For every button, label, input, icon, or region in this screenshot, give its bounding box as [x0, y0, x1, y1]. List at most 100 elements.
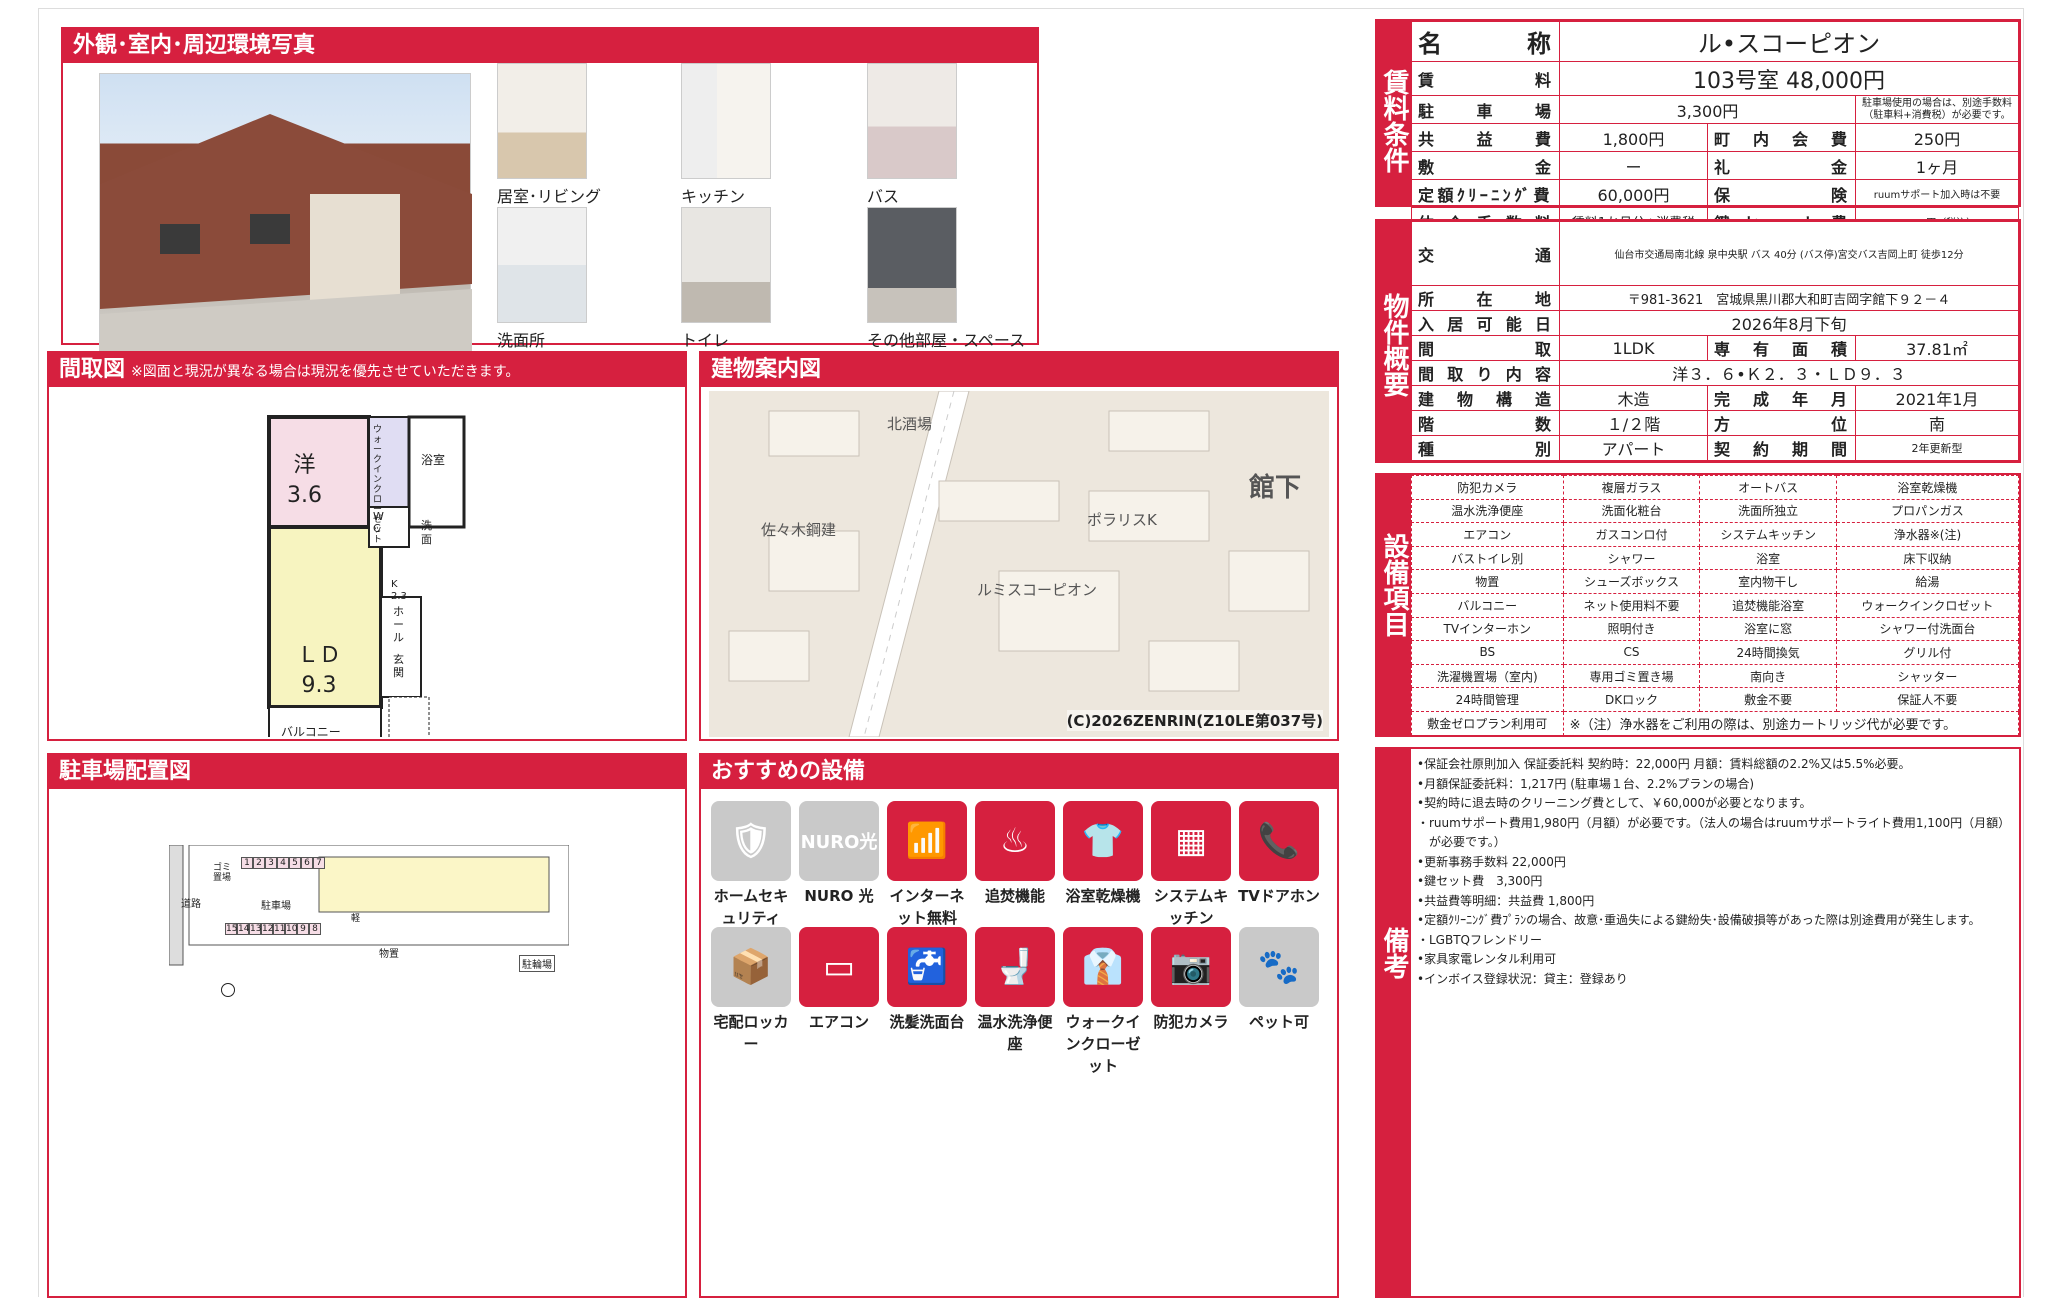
recommend-icon: 📷	[1151, 927, 1231, 1007]
move-in-header: 入居可能日	[1411, 310, 1560, 336]
address-header: 所 在 地	[1411, 285, 1560, 311]
recommend-label: 浴室乾燥機	[1065, 887, 1141, 905]
photos-panel: 外観･室内･周辺環境写真 居室･リビング キッチン バス 洗面所 トイレ その他…	[61, 27, 1039, 354]
exterior-photo[interactable]	[99, 73, 472, 354]
layout-header: 間 取	[1411, 335, 1560, 361]
remarks-panel: 備考 •保証会社原則加入 保証委託料 契約時：22,000円 月額：賃料総額の2…	[1375, 747, 2021, 1298]
parking-space: 9	[297, 923, 309, 935]
living-label: 居室･リビング	[497, 187, 602, 206]
equipment-item: ウォークインクロゼット	[1835, 592, 2020, 618]
rent-header: 賃 料	[1411, 61, 1560, 96]
area-map[interactable]	[709, 391, 1329, 737]
equipment-item: シャワー	[1562, 545, 1701, 571]
equipment-item: 浴室に窓	[1699, 616, 1837, 642]
equipment-item: 浄水器※(注)	[1835, 522, 2020, 547]
map-label-tateshita: 館下	[1249, 473, 1302, 503]
floor-header: 階 数	[1411, 410, 1560, 436]
parking-space: 3	[265, 857, 277, 869]
bathroom-label: 浴室	[421, 453, 446, 467]
parking-space: 15	[225, 923, 238, 935]
equipment-item: 室内物干し	[1699, 569, 1837, 594]
equipment-item: 洗濯機置場（室内)	[1411, 663, 1564, 689]
layout-value: 1LDK	[1559, 335, 1708, 361]
parking-lot-label: 駐車場	[261, 901, 291, 912]
equipment-item: DKロック	[1562, 687, 1701, 712]
map-label-sasaki: 佐々木鋼建	[761, 521, 837, 539]
structure-value: 木造	[1559, 385, 1708, 411]
floorplan-panel: 間取図 ※図面と現況が異なる場合は現況を優先させていただきます。 洋 3.6 ＬＤ…	[47, 351, 687, 741]
parking-space: 7	[313, 857, 325, 869]
equipment-note: ※（注）浄水器をご利用の際は、別途カートリッジ代が必要です。	[1562, 710, 2020, 736]
equipment-item: 24時間換気	[1699, 640, 1837, 665]
move-in-value: 2026年8月下旬	[1559, 310, 2019, 336]
kitchen-photo[interactable]	[681, 63, 771, 179]
recommend-icon: 📶	[887, 801, 967, 881]
bath-photo[interactable]	[867, 63, 957, 179]
area-value: 37.81㎡	[1855, 335, 2019, 361]
rent-panel: 賃料条件 名 称ル•スコーピオン 賃 料 103号室 48,000円 駐 車 場3…	[1375, 19, 2021, 236]
parking-space: 1	[241, 857, 253, 869]
toilet-label: トイレ	[681, 331, 730, 350]
equipment-item: 南向き	[1699, 663, 1837, 689]
name-header: 名 称	[1411, 21, 1560, 62]
living-photo[interactable]	[497, 63, 587, 179]
recommend-icon: 🛡	[711, 801, 791, 881]
equipment-tab: 設備項目	[1377, 475, 1411, 735]
equipment-item: シャワー付洗面台	[1835, 616, 2020, 642]
map-panel-box: 建物案内図 北酒場 佐々木鋼建 ポラリスK 館下 ルミスコーピオン (C)202…	[699, 351, 1339, 741]
kei-label: 軽	[351, 914, 361, 924]
common-fee-value: 1,800円	[1559, 123, 1708, 152]
cleaning-fee-header: 定額ｸﾘｰﾆﾝｸﾞ費	[1411, 179, 1560, 208]
recommend-label: ペット可	[1248, 1013, 1309, 1031]
remarks-tab: 備考	[1377, 749, 1411, 1296]
map-title: 建物案内図	[701, 353, 1337, 387]
equipment-item: 敷金不要	[1699, 687, 1837, 712]
equipment-item: バルコニー	[1411, 592, 1564, 618]
equipment-item: 敷金ゼロプラン利用可	[1411, 710, 1564, 736]
recommend-title: おすすめの設備	[701, 755, 1337, 789]
toilet-photo[interactable]	[681, 207, 771, 323]
equipment-item: シューズボックス	[1562, 569, 1701, 594]
access-header: 交 通	[1411, 221, 1560, 286]
map-label-property: ルミスコーピオン	[977, 581, 1098, 599]
equipment-item: 洗面所独立	[1699, 498, 1837, 524]
recommend-icon: 👔	[1063, 927, 1143, 1007]
other-room-photo[interactable]	[867, 207, 957, 323]
equipment-item: エアコン	[1411, 522, 1564, 547]
parking-space: 2	[253, 857, 265, 869]
bike-parking-label: 駐輪場	[519, 955, 555, 972]
layout-detail-value: 洋３．６•Ｋ２．３・ＬＤ９．３	[1559, 360, 2019, 386]
sheet: 外観･室内･周辺環境写真 居室･リビング キッチン バス 洗面所 トイレ その他…	[38, 8, 2024, 1298]
kitchen-area-label: K 2.3	[391, 579, 407, 602]
area-header: 専有面積	[1707, 335, 1856, 361]
equipment-item: 複層ガラス	[1562, 475, 1701, 500]
recommend-label: ホームセキュリティ	[713, 887, 789, 927]
parking-space: 4	[277, 857, 289, 869]
direction-header: 方 位	[1707, 410, 1856, 436]
equipment-item: 浴室乾燥機	[1835, 475, 2020, 500]
recommend-icon: 🚰	[887, 927, 967, 1007]
deposit-header: 敷 金	[1411, 151, 1560, 180]
equipment-item: ネット使用料不要	[1562, 592, 1701, 618]
equipment-item: 床下収納	[1835, 545, 2020, 571]
equipment-table: 防犯カメラ 複層ガラス オートバス 浴室乾燥機 温水洗浄便座 洗面化粧台 洗面所独立 プロパン…	[1411, 475, 2020, 736]
completion-header: 完成年月	[1707, 385, 1856, 411]
property-tab: 物件概要	[1377, 221, 1411, 461]
equipment-item: 物置	[1411, 569, 1564, 594]
parking-space: 8	[309, 923, 321, 935]
insurance-header: 保 険	[1707, 179, 1856, 208]
equipment-item: シャッター	[1835, 663, 2020, 689]
equipment-item: BS	[1411, 640, 1564, 665]
equipment-item: プロパンガス	[1835, 498, 2020, 524]
wc-label: WC	[373, 510, 384, 535]
parking-space: 11	[273, 923, 286, 935]
property-table: 交 通仙台市交通局南北線 泉中央駅 バス 40分 (バス停)宮交バス吉岡上町 徒…	[1411, 221, 2019, 461]
remarks-text: •保証会社原則加入 保証委託料 契約時：22,000円 月額：賃料総額の2.2%…	[1417, 757, 2011, 986]
property-panel: 物件概要 交 通仙台市交通局南北線 泉中央駅 バス 40分 (バス停)宮交バス吉…	[1375, 219, 2021, 463]
access-value: 仙台市交通局南北線 泉中央駅 バス 40分 (バス停)宮交バス吉岡上町 徒歩12…	[1559, 221, 2019, 286]
equipment-item: TVインターホン	[1411, 616, 1564, 642]
washroom-photo[interactable]	[497, 207, 587, 323]
equipment-item: グリル付	[1835, 640, 2020, 665]
floorplan-note: ※図面と現況が異なる場合は現況を優先させていただきます。	[131, 364, 520, 380]
trash-label: ゴミ置場	[213, 863, 232, 883]
